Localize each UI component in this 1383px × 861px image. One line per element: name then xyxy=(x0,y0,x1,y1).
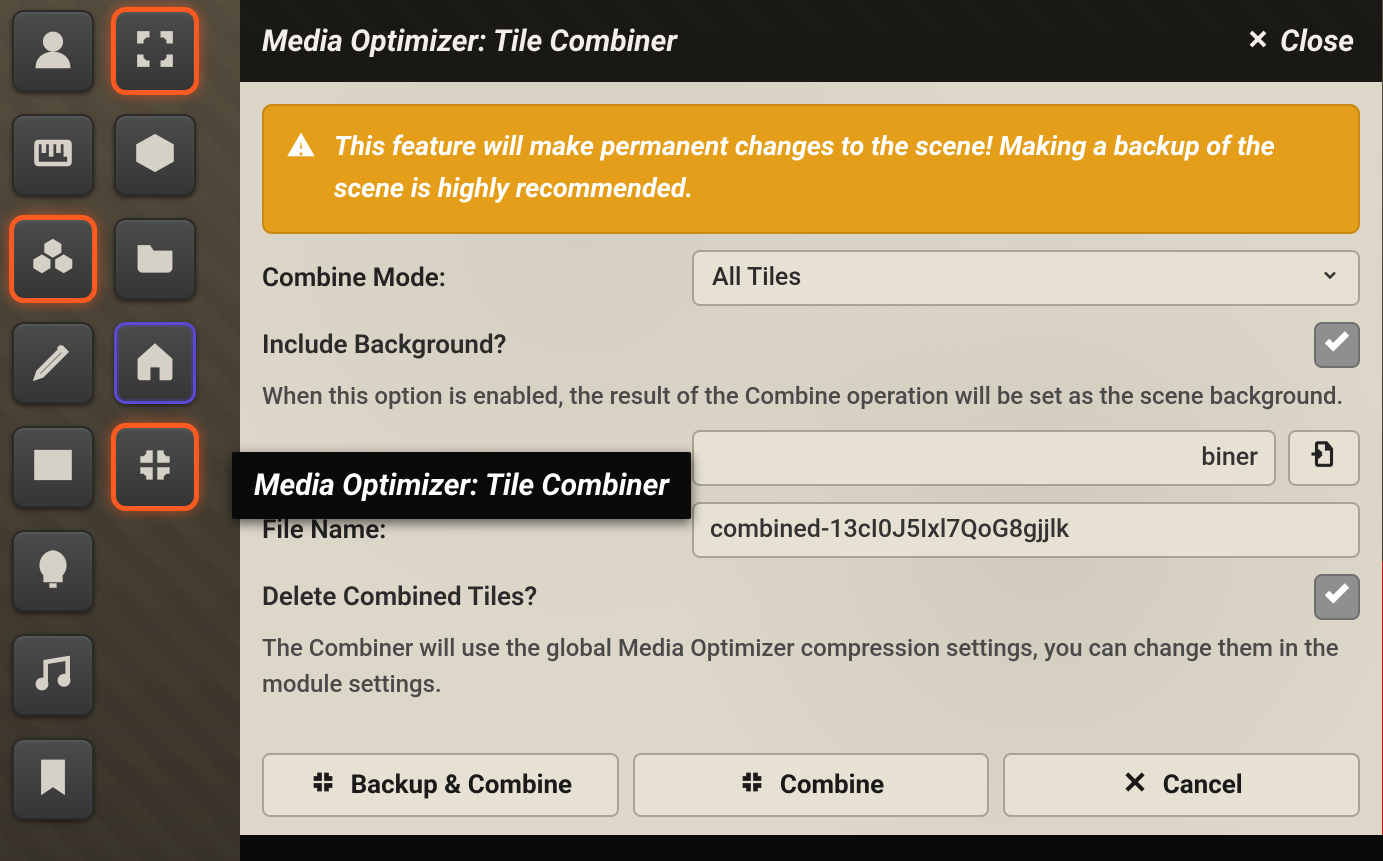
fullscreen-icon xyxy=(133,27,177,75)
close-icon xyxy=(1246,24,1270,59)
backup-combine-label: Backup & Combine xyxy=(351,770,572,800)
close-button[interactable]: Close xyxy=(1246,24,1354,59)
file-name-input[interactable]: combined-13cI0J5Ixl7QoG8gjjlk xyxy=(692,502,1360,558)
tool-column-2 xyxy=(114,10,196,820)
compress-icon xyxy=(738,768,766,803)
close-icon xyxy=(1121,768,1149,803)
delete-tiles-label: Delete Combined Tiles? xyxy=(262,582,537,612)
include-background-label: Include Background? xyxy=(262,330,506,360)
cancel-button[interactable]: Cancel xyxy=(1003,753,1360,817)
tooltip: Media Optimizer: Tile Combiner xyxy=(232,452,691,519)
ruler-tool-button[interactable] xyxy=(12,114,94,196)
tool-column-1 xyxy=(12,10,94,820)
box-tool-button[interactable] xyxy=(114,114,196,196)
warning-icon xyxy=(286,126,316,210)
compress-icon xyxy=(133,443,177,491)
delete-tiles-row: Delete Combined Tiles? xyxy=(262,574,1360,620)
check-icon xyxy=(1322,578,1352,615)
music-icon xyxy=(31,651,75,699)
combine-mode-value: All Tiles xyxy=(712,263,801,292)
wall-tool-button[interactable] xyxy=(12,426,94,508)
warning-text: This feature will make permanent changes… xyxy=(334,126,1336,210)
bookmark-icon xyxy=(31,755,75,803)
combine-mode-label: Combine Mode: xyxy=(262,263,672,293)
compression-hint: The Combiner will use the global Media O… xyxy=(262,630,1360,702)
cubes-icon xyxy=(31,235,75,283)
compress-tool-button[interactable] xyxy=(114,426,196,508)
dialog-title: Media Optimizer: Tile Combiner xyxy=(262,24,677,59)
folder-icon xyxy=(133,235,177,283)
combine-mode-select[interactable]: All Tiles xyxy=(692,250,1360,306)
dialog-header: Media Optimizer: Tile Combiner Close xyxy=(240,0,1382,82)
pencil-icon xyxy=(31,339,75,387)
box-icon xyxy=(133,131,177,179)
cubes-tool-button[interactable] xyxy=(12,218,94,300)
light-tool-button[interactable] xyxy=(12,530,94,612)
fullscreen-tool-button[interactable] xyxy=(114,10,196,92)
folder-path-input[interactable]: biner xyxy=(692,430,1276,486)
tool-sidebar xyxy=(12,10,196,820)
include-background-hint: When this option is enabled, the result … xyxy=(262,378,1360,414)
combine-mode-row: Combine Mode: All Tiles xyxy=(262,250,1360,306)
include-background-checkbox[interactable] xyxy=(1314,322,1360,368)
chevron-down-icon xyxy=(1320,263,1340,292)
close-label: Close xyxy=(1280,24,1354,59)
combine-button[interactable]: Combine xyxy=(633,753,990,817)
user-icon xyxy=(31,27,75,75)
wall-icon xyxy=(31,443,75,491)
delete-tiles-checkbox[interactable] xyxy=(1314,574,1360,620)
user-tool-button[interactable] xyxy=(12,10,94,92)
ruler-icon xyxy=(31,131,75,179)
folder-tool-button[interactable] xyxy=(114,218,196,300)
folder-path-value: biner xyxy=(1201,443,1258,472)
tile-combiner-dialog: Media Optimizer: Tile Combiner Close Thi… xyxy=(240,0,1382,835)
file-name-label: File Name: xyxy=(262,515,672,545)
file-import-icon xyxy=(1309,439,1339,476)
check-icon xyxy=(1322,326,1352,363)
include-background-row: Include Background? xyxy=(262,322,1360,368)
bookmark-tool-button[interactable] xyxy=(12,738,94,820)
cancel-label: Cancel xyxy=(1163,770,1243,800)
combine-label: Combine xyxy=(780,770,884,800)
dark-bottom-strip xyxy=(240,835,1383,861)
lightbulb-icon xyxy=(31,547,75,595)
browse-button[interactable] xyxy=(1288,430,1360,486)
backup-combine-button[interactable]: Backup & Combine xyxy=(262,753,619,817)
pencil-tool-button[interactable] xyxy=(12,322,94,404)
file-name-value: combined-13cI0J5Ixl7QoG8gjjlk xyxy=(710,515,1069,544)
action-button-row: Backup & Combine Combine Cancel xyxy=(262,753,1360,817)
compress-icon xyxy=(309,768,337,803)
music-tool-button[interactable] xyxy=(12,634,94,716)
home-icon xyxy=(133,339,177,387)
home-tool-button[interactable] xyxy=(114,322,196,404)
warning-banner: This feature will make permanent changes… xyxy=(262,104,1360,234)
